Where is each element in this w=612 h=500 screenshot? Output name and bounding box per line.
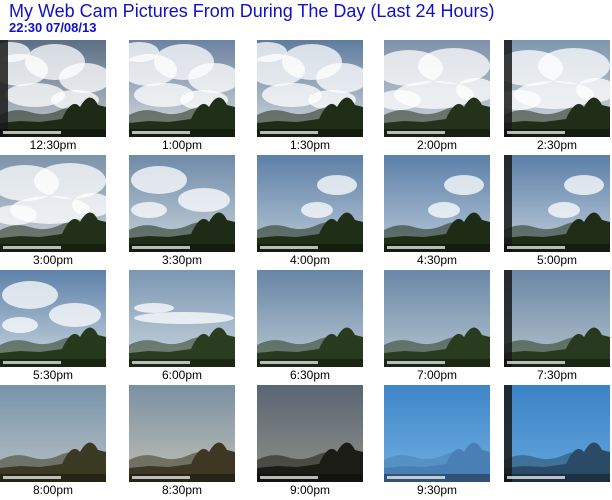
- webcam-thumbnail-cell: [504, 385, 610, 483]
- webcam-thumbnail-cell: 6:00pm: [129, 270, 235, 382]
- webcam-thumbnail-image[interactable]: [257, 385, 363, 482]
- thumbnail-time-caption: 6:00pm: [161, 368, 203, 382]
- thumbnail-time-caption: 7:30pm: [536, 368, 578, 382]
- webcam-thumbnail-image[interactable]: [504, 155, 610, 252]
- webcam-thumbnail-cell: 6:30pm: [257, 270, 363, 382]
- thumbnail-time-caption: 5:00pm: [536, 253, 578, 267]
- webcam-thumbnail-image[interactable]: [384, 385, 490, 482]
- page-title: My Web Cam Pictures From During The Day …: [9, 1, 495, 21]
- thumbnail-time-caption: 1:00pm: [161, 138, 203, 152]
- webcam-thumbnail-image[interactable]: [0, 385, 106, 482]
- webcam-thumbnail-image[interactable]: [129, 385, 235, 482]
- webcam-thumbnail-image[interactable]: [504, 270, 610, 367]
- thumbnail-time-caption: 2:00pm: [416, 138, 458, 152]
- webcam-thumbnail-image[interactable]: [504, 385, 610, 482]
- thumbnail-time-caption: 9:30pm: [416, 483, 458, 497]
- webcam-thumbnail-cell: 2:30pm: [504, 40, 610, 152]
- webcam-thumbnail-cell: 5:00pm: [504, 155, 610, 267]
- webcam-thumbnail-cell: 3:00pm: [0, 155, 106, 267]
- webcam-thumbnail-image[interactable]: [129, 40, 235, 137]
- thumbnail-time-caption: 9:00pm: [289, 483, 331, 497]
- webcam-thumbnail-cell: 8:30pm: [129, 385, 235, 497]
- thumbnail-time-caption: 7:00pm: [416, 368, 458, 382]
- webcam-thumbnail-cell: 9:00pm: [257, 385, 363, 497]
- thumbnail-time-caption: 5:30pm: [32, 368, 74, 382]
- webcam-thumbnail-cell: 2:00pm: [384, 40, 490, 152]
- thumbnail-time-caption: 8:00pm: [32, 483, 74, 497]
- webcam-thumbnail-image[interactable]: [384, 270, 490, 367]
- webcam-thumbnail-cell: 4:00pm: [257, 155, 363, 267]
- webcam-thumbnail-image[interactable]: [257, 155, 363, 252]
- thumbnail-time-caption: 8:30pm: [161, 483, 203, 497]
- webcam-thumbnail-image[interactable]: [129, 270, 235, 367]
- last-updated-timestamp: 22:30 07/08/13: [9, 20, 97, 35]
- thumbnail-time-caption: 3:00pm: [32, 253, 74, 267]
- thumbnail-time-caption: 3:30pm: [161, 253, 203, 267]
- webcam-thumbnail-image[interactable]: [384, 40, 490, 137]
- webcam-thumbnail-cell: 7:00pm: [384, 270, 490, 382]
- webcam-thumbnail-cell: 9:30pm: [384, 385, 490, 497]
- webcam-thumbnail-image[interactable]: [129, 155, 235, 252]
- webcam-thumbnail-cell: 1:30pm: [257, 40, 363, 152]
- thumbnail-time-caption: 4:00pm: [289, 253, 331, 267]
- thumbnail-time-caption: 4:30pm: [416, 253, 458, 267]
- webcam-thumbnail-cell: 3:30pm: [129, 155, 235, 267]
- webcam-thumbnail-cell: 12:30pm: [0, 40, 106, 152]
- webcam-thumbnail-image[interactable]: [384, 155, 490, 252]
- webcam-thumbnail-image[interactable]: [257, 40, 363, 137]
- webcam-thumbnail-image[interactable]: [0, 270, 106, 367]
- webcam-thumbnail-cell: 7:30pm: [504, 270, 610, 382]
- webcam-thumbnail-cell: 4:30pm: [384, 155, 490, 267]
- thumbnail-time-caption: 12:30pm: [29, 138, 77, 152]
- webcam-thumbnail-cell: 5:30pm: [0, 270, 106, 382]
- webcam-thumbnail-cell: 8:00pm: [0, 385, 106, 497]
- webcam-thumbnail-cell: 1:00pm: [129, 40, 235, 152]
- webcam-thumbnail-image[interactable]: [0, 40, 106, 137]
- webcam-thumbnail-image[interactable]: [257, 270, 363, 367]
- thumbnail-time-caption: 6:30pm: [289, 368, 331, 382]
- webcam-thumbnail-image[interactable]: [504, 40, 610, 137]
- thumbnail-time-caption: 2:30pm: [536, 138, 578, 152]
- thumbnail-time-caption: 1:30pm: [289, 138, 331, 152]
- webcam-thumbnail-image[interactable]: [0, 155, 106, 252]
